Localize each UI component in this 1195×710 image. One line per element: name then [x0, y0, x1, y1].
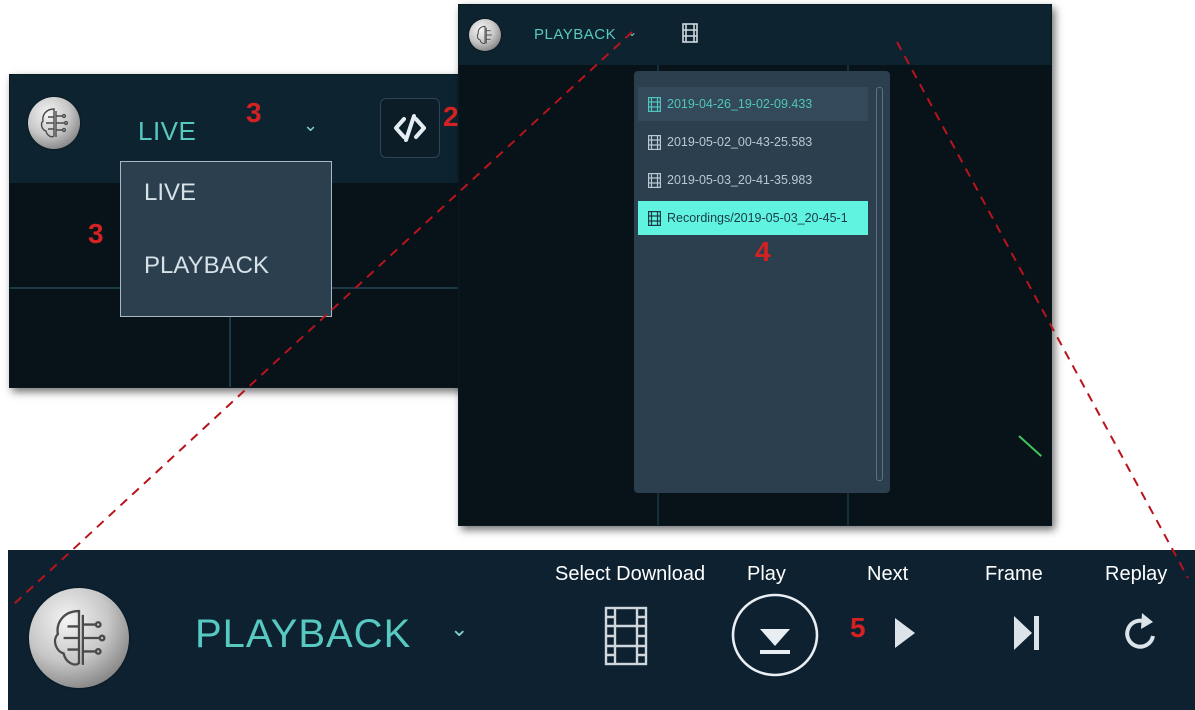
annotation-number: 3 [246, 97, 262, 128]
next-icon[interactable] [893, 616, 917, 650]
frame-label: Frame [985, 563, 1043, 585]
list-item[interactable]: 2019-05-03_20-41-35.983 [638, 163, 868, 197]
scrollbar[interactable] [876, 87, 883, 481]
recording-name: Recordings/2019-05-03_20-45-1 [667, 211, 848, 225]
film-icon[interactable] [604, 606, 648, 666]
replay-icon[interactable] [1122, 610, 1160, 654]
mode-selector-label[interactable]: PLAYBACK [195, 612, 411, 657]
film-icon [648, 172, 661, 188]
chevron-down-icon[interactable]: ⌄ [450, 616, 468, 642]
playback-toolbar: PLAYBACK ⌄ Select Download Play Next Fra… [8, 550, 1195, 710]
recording-name: 2019-05-02_00-43-25.583 [667, 135, 813, 149]
code-toggle-button[interactable] [380, 98, 440, 158]
recording-name: 2019-05-03_20-41-35.983 [667, 173, 813, 187]
play-download-icon[interactable] [730, 592, 820, 678]
dropdown-option-playback[interactable]: PLAYBACK [144, 252, 269, 280]
chevron-down-icon[interactable]: ⌄ [627, 25, 637, 39]
next-label: Next [867, 563, 909, 585]
mode-dropdown-menu: LIVE PLAYBACK [120, 161, 332, 317]
annotation-number: 4 [755, 236, 771, 267]
chevron-down-icon[interactable]: ⌄ [303, 115, 318, 136]
frame-step-icon[interactable] [1012, 614, 1042, 652]
code-toggle-icon [394, 114, 426, 142]
film-icon [648, 96, 661, 112]
list-item[interactable]: Recordings/2019-05-03_20-45-1 [638, 201, 868, 235]
annotation-number: 5 [850, 612, 866, 643]
list-item[interactable]: 2019-05-02_00-43-25.583 [638, 125, 868, 159]
play-label: Play [747, 563, 786, 585]
film-icon [648, 134, 661, 150]
list-item[interactable]: 2019-04-26_19-02-09.433 [638, 87, 868, 121]
mode-selector-label[interactable]: PLAYBACK [534, 26, 616, 43]
replay-label: Replay [1105, 563, 1168, 585]
annotation-number: 3 [88, 218, 104, 249]
dropdown-option-live[interactable]: LIVE [144, 179, 196, 207]
recording-name: 2019-04-26_19-02-09.433 [667, 97, 813, 111]
select-download-label: Select Download [555, 563, 706, 585]
overlay-line [1018, 435, 1042, 457]
film-icon [648, 210, 661, 226]
recording-list[interactable]: 2019-04-26_19-02-09.433 2019-05-02_00-43… [634, 71, 890, 493]
mode-selector-label[interactable]: LIVE [138, 116, 196, 147]
brain-logo-icon [29, 588, 129, 688]
annotation-number: 2 [443, 101, 459, 132]
film-icon[interactable] [682, 23, 698, 43]
brain-logo-icon [28, 97, 80, 149]
brain-logo-icon [469, 19, 501, 51]
